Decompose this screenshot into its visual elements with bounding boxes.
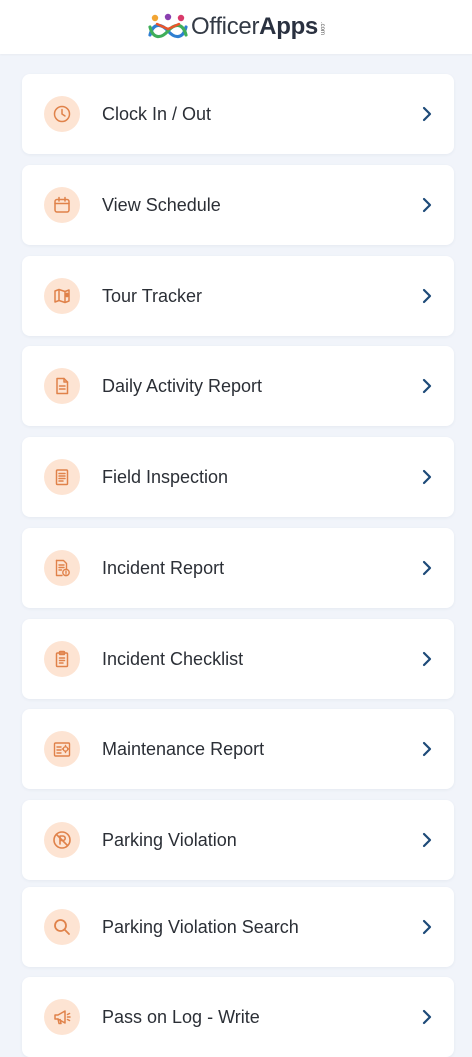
menu-icon-circle xyxy=(44,96,80,132)
officerapps-logo: OfficerApps .com xyxy=(147,12,325,42)
search-icon xyxy=(54,919,70,935)
menu-item-incident-checklist[interactable]: Incident Checklist xyxy=(22,619,454,699)
menu-icon-circle xyxy=(44,459,80,495)
menu-item-daily-activity-report[interactable]: Daily Activity Report xyxy=(22,346,454,426)
chevron-right-icon xyxy=(422,832,432,848)
menu-item-label: Field Inspection xyxy=(102,466,229,487)
menu-item-label: Clock In / Out xyxy=(102,103,212,124)
menu-item-maintenance-report[interactable]: Maintenance Report xyxy=(22,709,454,789)
menu-item-field-inspection[interactable]: Field Inspection xyxy=(22,437,454,517)
clock-icon xyxy=(53,105,71,123)
brand-suffix: .com xyxy=(318,22,325,36)
calendar-icon xyxy=(54,196,70,213)
menu-icon-circle xyxy=(44,909,80,945)
chevron-right-icon xyxy=(422,741,432,757)
menu-icon-circle xyxy=(44,999,80,1035)
chevron-right-icon xyxy=(422,651,432,667)
chevron-right-icon xyxy=(422,378,432,394)
brand-name-bold: Apps xyxy=(259,13,318,40)
megaphone-icon xyxy=(54,1010,71,1025)
menu-item-label: Daily Activity Report xyxy=(102,375,263,396)
menu-item-parking-violation[interactable]: Parking Violation xyxy=(22,800,454,880)
menu-icon-circle xyxy=(44,641,80,677)
menu-item-label: Pass on Log - Write xyxy=(102,1006,260,1027)
brand-name: OfficerApps xyxy=(191,13,318,41)
logo-people-icon xyxy=(148,13,188,39)
brand-name-light: Officer xyxy=(191,13,260,40)
chevron-right-icon xyxy=(422,1009,432,1025)
menu-item-view-schedule[interactable]: View Schedule xyxy=(22,165,454,245)
menu-item-pass-on-log-write[interactable]: Pass on Log - Write xyxy=(22,977,454,1057)
menu-icon-circle xyxy=(44,187,80,223)
menu-item-label: View Schedule xyxy=(102,194,221,215)
menu-icon-circle xyxy=(44,278,80,314)
document-icon xyxy=(56,377,69,395)
menu-item-parking-violation-search[interactable]: Parking Violation Search xyxy=(22,887,454,967)
menu-item-label: Incident Checklist xyxy=(102,648,244,669)
menu-item-label: Parking Violation Search xyxy=(102,916,299,937)
menu-item-label: Maintenance Report xyxy=(102,738,265,759)
menu-item-tour-tracker[interactable]: Tour Tracker xyxy=(22,256,454,336)
document-alert-icon xyxy=(55,559,70,577)
menu-icon-circle xyxy=(44,368,80,404)
chevron-right-icon xyxy=(422,919,432,935)
chevron-right-icon xyxy=(422,197,432,213)
menu-icon-circle xyxy=(44,822,80,858)
chevron-right-icon xyxy=(422,560,432,576)
menu-icon-circle xyxy=(44,550,80,586)
menu-item-clock-in-out[interactable]: Clock In / Out xyxy=(22,74,454,154)
chevron-right-icon xyxy=(422,469,432,485)
menu-item-label: Parking Violation xyxy=(102,829,237,850)
checklist-icon xyxy=(55,650,69,668)
no-parking-icon xyxy=(53,831,71,849)
menu-item-label: Tour Tracker xyxy=(102,285,203,306)
chevron-right-icon xyxy=(422,288,432,304)
app-header: OfficerApps .com xyxy=(0,0,472,54)
menu-icon-circle xyxy=(44,731,80,767)
chevron-right-icon xyxy=(422,106,432,122)
menu-item-label: Incident Report xyxy=(102,557,225,578)
maintenance-icon xyxy=(53,742,71,757)
map-icon xyxy=(54,288,70,304)
clipboard-list-icon xyxy=(55,469,69,486)
menu-item-incident-report[interactable]: Incident Report xyxy=(22,528,454,608)
